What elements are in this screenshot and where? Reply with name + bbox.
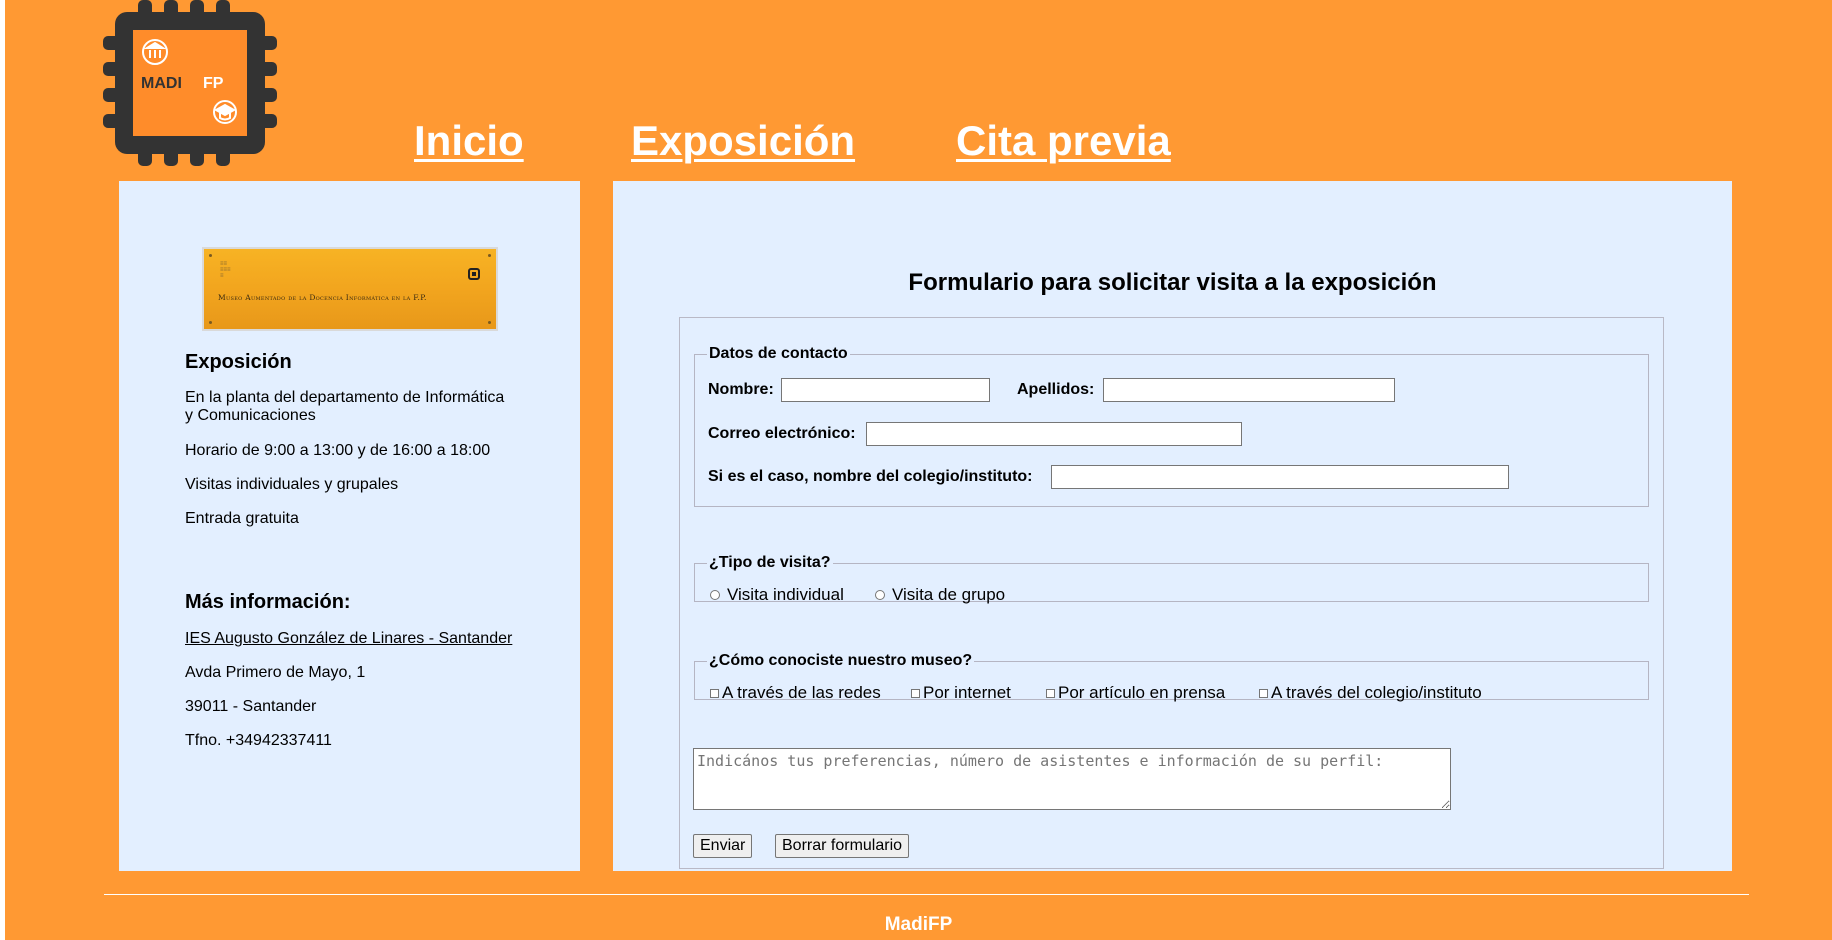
check-internet[interactable]: Por internet [911,683,1011,703]
museum-plaque-image: ≡≡ ≡≡≡ ≡ Museo Aumentado de la Docencia In… [202,247,498,331]
check-colegio-label: A través del colegio/instituto [1271,683,1482,702]
expo-entry: Entrada gratuita [185,510,299,527]
surname-label: Apellidos: [1017,381,1095,398]
check-redes-control[interactable] [710,688,719,698]
expo-visits: Visitas individuales y grupales [185,476,399,493]
reset-button[interactable]: Borrar formulario [775,834,910,858]
svg-text:MADI: MADI [141,75,182,92]
footer-divider [104,894,1749,895]
sidebar: ≡≡ ≡≡≡ ≡ Museo Aumentado de la Docencia In… [119,181,580,871]
visit-type-fieldset: ¿Tipo de visita? Visita individual Visit… [694,554,1649,605]
expo-hours: Horario de 9:00 a 13:00 y de 16:00 a 18:… [185,442,491,459]
form-title: Formulario para solicitar visita a la ex… [908,269,1437,296]
expo-heading: Exposición [185,351,292,373]
check-prensa-control[interactable] [1046,688,1055,698]
radio-individual[interactable]: Visita individual [710,585,844,605]
check-prensa[interactable]: Por artículo en prensa [1046,683,1225,703]
email-label: Correo electrónico: [708,425,856,442]
madifp-logo[interactable]: MADI FP [103,0,277,166]
city: 39011 - Santander [185,698,317,715]
footer-brand: MadiFP [884,914,953,935]
expo-location: En la planta del departamento de Informá… [185,389,505,424]
name-label: Nombre: [708,381,774,398]
main-content: Formulario para solicitar visita a la ex… [613,181,1732,871]
chip-icon [468,268,480,280]
school-link[interactable]: IES Augusto González de Linares - Santan… [185,630,512,647]
source-legend: ¿Cómo conociste nuestro museo? [709,652,973,669]
check-prensa-label: Por artículo en prensa [1058,683,1226,702]
phone: Tfno. +34942337411 [185,732,332,749]
submit-button[interactable]: Enviar [693,834,753,858]
check-colegio-control[interactable] [1259,688,1268,698]
page: MADI FP Inicio Exposición Cita previa ≡≡… [5,0,1832,940]
check-colegio[interactable]: A través del colegio/instituto [1259,683,1482,703]
radio-group[interactable]: Visita de grupo [875,585,1005,605]
visit-type-legend: ¿Tipo de visita? [709,554,831,571]
contact-legend: Datos de contacto [709,345,848,362]
comments-textarea[interactable] [693,748,1451,810]
radio-individual-control[interactable] [710,590,720,600]
more-info-heading: Más información: [185,591,351,613]
svg-text:FP: FP [203,75,224,92]
check-redes[interactable]: A través de las redes [710,683,881,703]
check-internet-control[interactable] [911,688,920,698]
surname-input[interactable] [1103,378,1395,402]
radio-individual-label: Visita individual [727,585,844,604]
contact-fieldset: Datos de contacto Nombre: Apellidos: Cor… [694,345,1649,507]
name-input[interactable] [781,378,990,402]
nav-exposicion[interactable]: Exposición [631,117,855,165]
radio-group-control[interactable] [875,590,885,600]
visit-request-form: Datos de contacto Nombre: Apellidos: Cor… [679,317,1664,869]
check-redes-label: A través de las redes [722,683,881,702]
check-internet-label: Por internet [923,683,1011,702]
plaque-text: Museo Aumentado de la Docencia Informáti… [218,293,427,302]
address: Avda Primero de Mayo, 1 [185,664,366,681]
source-fieldset: ¿Cómo conociste nuestro museo? A través … [694,652,1649,703]
nav-inicio[interactable]: Inicio [414,117,524,165]
school-input[interactable] [1051,465,1509,489]
school-label: Si es el caso, nombre del colegio/instit… [708,468,1033,485]
email-input[interactable] [866,422,1242,446]
radio-group-label: Visita de grupo [892,585,1006,604]
nav-cita-previa[interactable]: Cita previa [956,117,1171,165]
